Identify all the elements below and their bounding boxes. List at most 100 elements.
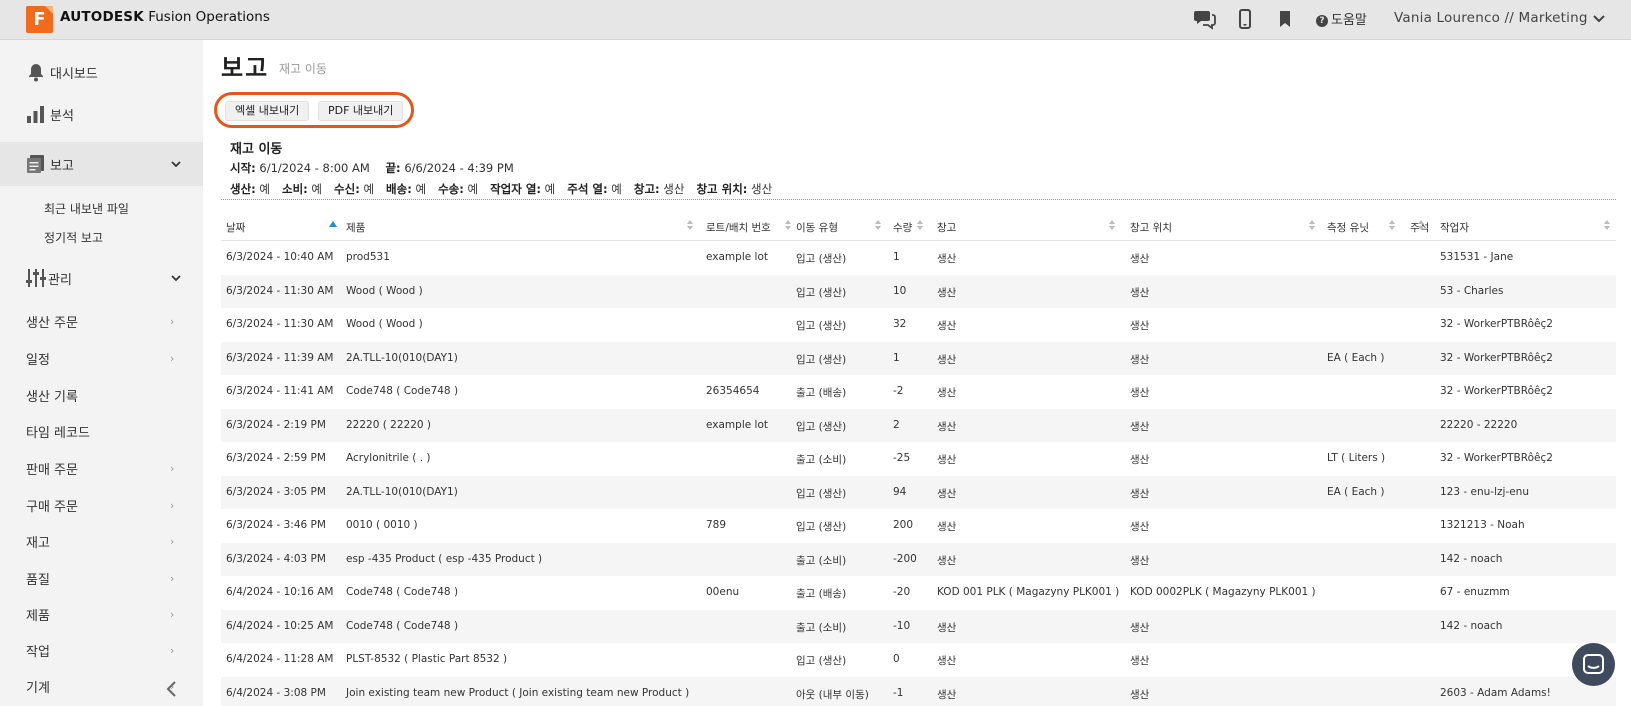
- sidebar-link-time-records[interactable]: 타임 레코드: [26, 422, 90, 441]
- column-header[interactable]: 작업자: [1440, 220, 1469, 235]
- sort-icon[interactable]: [1309, 219, 1316, 233]
- table-cell: KOD 0002PLK ( Magazyny PLK001 ): [1130, 586, 1316, 598]
- column-header[interactable]: 수량: [893, 220, 912, 235]
- filter-value: 예: [541, 182, 556, 196]
- table-cell: 생산: [937, 487, 957, 500]
- filter-value: 예: [607, 182, 622, 196]
- start-value: 6/1/2024 - 8:00 AM: [259, 161, 370, 175]
- sidebar-item-dashboard[interactable]: 대시보드: [0, 50, 203, 92]
- sort-icon[interactable]: [1109, 219, 1116, 233]
- sidebar-item-admin[interactable]: 관리: [0, 252, 203, 296]
- chevron-right-icon: ›: [170, 315, 175, 328]
- export-pdf-button[interactable]: PDF 내보내기: [318, 101, 404, 121]
- table-cell: 6/4/2024 - 10:16 AM: [226, 586, 334, 598]
- table-cell: Code748 ( Code748 ): [346, 619, 459, 632]
- table-row[interactable]: 6/4/2024 - 11:28 AM PLST-8532 ( Plastic P…: [221, 643, 1616, 677]
- chevron-down-icon[interactable]: [170, 158, 182, 170]
- chat-support-button[interactable]: [1572, 643, 1615, 686]
- table-row[interactable]: 6/3/2024 - 11:39 AM 2A.TLL-10(010(DAY1) 입고…: [221, 341, 1616, 375]
- sidebar-link-production-orders[interactable]: 생산 주문: [26, 312, 78, 331]
- sort-icon[interactable]: [687, 219, 694, 233]
- table-cell: 출고 (소비): [796, 621, 847, 634]
- table-cell: 1: [893, 351, 900, 364]
- export-excel-button[interactable]: 엑셀 내보내기: [225, 101, 310, 121]
- table-row[interactable]: 6/4/2024 - 10:25 AM Code748 ( Code748 ) 출고…: [221, 609, 1616, 643]
- sidebar-link-machines[interactable]: 기계: [26, 677, 50, 696]
- column-header[interactable]: 측정 유닛: [1327, 220, 1369, 235]
- sort-icon[interactable]: [1389, 219, 1396, 233]
- sidebar-link-production-records[interactable]: 생산 기록: [26, 386, 78, 405]
- bookmark-icon[interactable]: [1273, 7, 1297, 31]
- sidebar-link-schedule[interactable]: 일정: [26, 349, 50, 368]
- divider: [221, 199, 1616, 200]
- chevron-down-icon[interactable]: [170, 272, 182, 284]
- table-cell: 출고 (소비): [796, 454, 847, 466]
- table-cell: 94: [893, 485, 907, 498]
- table-cell: 6/3/2024 - 11:30 AM: [226, 318, 334, 330]
- sort-ascending-icon[interactable]: [329, 221, 337, 227]
- table-row[interactable]: 6/3/2024 - 11:30 AM Wood ( Wood ) 입고 (생산) 3…: [221, 308, 1616, 342]
- fusion-logo-icon[interactable]: F: [26, 6, 53, 33]
- chevron-right-icon: ›: [170, 644, 175, 657]
- table-cell: 2A.TLL-10(010(DAY1): [346, 351, 458, 364]
- sidebar-link-products[interactable]: 제품: [26, 605, 50, 624]
- table-cell: 32 - WorkerPTBRôêç2: [1440, 385, 1553, 397]
- sort-icon[interactable]: [917, 219, 924, 233]
- filter-value: 생산: [659, 182, 685, 196]
- sidebar-link-inventory[interactable]: 재고: [26, 532, 50, 551]
- filter-label: 소비:: [282, 182, 308, 196]
- chat-icon[interactable]: [1193, 7, 1217, 31]
- table-header: 날짜 제품 로트/배치 번호 이동 유형 수량 창고 창고 위치 측정 유닛 주석 작업자: [221, 211, 1616, 241]
- table-cell: 22220 - 22220: [1440, 418, 1518, 431]
- sidebar-link-quality[interactable]: 품질: [26, 569, 50, 588]
- table-row[interactable]: 6/3/2024 - 3:46 PM 0010 ( 0010 ) 789 입고 (생산…: [221, 509, 1616, 543]
- column-header[interactable]: 창고 위치: [1130, 220, 1172, 235]
- app-brand[interactable]: AUTODESK Fusion Operations: [60, 9, 270, 25]
- filter-label: 생산:: [230, 182, 256, 196]
- report-filter: 배송: 예: [386, 182, 426, 196]
- table-cell: 생산: [937, 454, 957, 466]
- column-header[interactable]: 창고: [937, 220, 956, 235]
- mobile-icon[interactable]: [1233, 7, 1257, 31]
- sort-icon[interactable]: [875, 219, 882, 233]
- table-cell: 6/3/2024 - 11:39 AM: [226, 351, 334, 364]
- table-row[interactable]: 6/3/2024 - 2:19 PM 22220 ( 22220 ) example…: [221, 408, 1616, 442]
- user-menu[interactable]: Vania Lourenco // Marketing: [1394, 10, 1588, 26]
- chevron-down-icon[interactable]: [1592, 12, 1606, 26]
- sidebar-link-sales-orders[interactable]: 판매 주문: [26, 459, 78, 478]
- table-row[interactable]: 6/4/2024 - 10:16 AM Code748 ( Code748 ) 00…: [221, 576, 1616, 610]
- end-value: 6/6/2024 - 4:39 PM: [404, 161, 514, 175]
- help-icon: ?: [1316, 15, 1328, 27]
- filter-value: 예: [255, 182, 271, 196]
- sort-icon[interactable]: [1418, 219, 1425, 233]
- column-header[interactable]: 제품: [346, 220, 365, 235]
- table-cell: 아웃 (내부 이동): [796, 688, 869, 701]
- column-header[interactable]: 날짜: [226, 220, 245, 235]
- sidebar-sub-scheduled-reports[interactable]: 정기적 보고: [44, 229, 103, 246]
- table-row[interactable]: 6/3/2024 - 4:03 PM esp -435 Product ( esp…: [221, 542, 1616, 576]
- table-row[interactable]: 6/3/2024 - 10:40 AM prod531 example lot 입고 …: [221, 241, 1616, 275]
- help-link[interactable]: ? 도움말: [1316, 9, 1367, 28]
- table-row[interactable]: 6/4/2024 - 3:08 PM Join existing team new…: [221, 676, 1616, 706]
- table-row[interactable]: 6/3/2024 - 11:41 AM Code748 ( Code748 ) 26…: [221, 375, 1616, 409]
- sidebar-item-analysis[interactable]: 분석: [0, 92, 203, 136]
- column-header[interactable]: 이동 유형: [796, 220, 838, 235]
- column-header[interactable]: 로트/배치 번호: [706, 220, 771, 235]
- sidebar-sub-recent-exports[interactable]: 최근 내보낸 파일: [44, 200, 129, 217]
- table-cell: 1: [893, 251, 900, 263]
- table-cell: 6/3/2024 - 11:41 AM: [226, 385, 334, 397]
- sort-icon[interactable]: [785, 219, 792, 233]
- sort-icon[interactable]: [1604, 219, 1611, 233]
- filter-value: 예: [307, 182, 323, 196]
- collapse-sidebar-icon[interactable]: [164, 680, 178, 698]
- table-cell: 32 - WorkerPTBRôêç2: [1440, 351, 1553, 364]
- table-row[interactable]: 6/3/2024 - 11:30 AM Wood ( Wood ) 입고 (생산) 1…: [221, 274, 1616, 308]
- sidebar-item-reports[interactable]: 보고: [0, 142, 203, 186]
- start-label: 시작:: [230, 161, 256, 175]
- table-row[interactable]: 6/3/2024 - 3:05 PM 2A.TLL-10(010(DAY1) 입고 …: [221, 475, 1616, 509]
- filter-label: 작업자 열:: [490, 182, 542, 196]
- report-date-range: 시작: 6/1/2024 - 8:00 AM 끝: 6/6/2024 - 4:3…: [230, 160, 526, 176]
- sidebar-link-jobs[interactable]: 작업: [26, 641, 50, 660]
- table-row[interactable]: 6/3/2024 - 2:59 PM Acrylonitrile ( . ) 출고 …: [221, 442, 1616, 476]
- sidebar-link-purchase-orders[interactable]: 구매 주문: [26, 496, 78, 515]
